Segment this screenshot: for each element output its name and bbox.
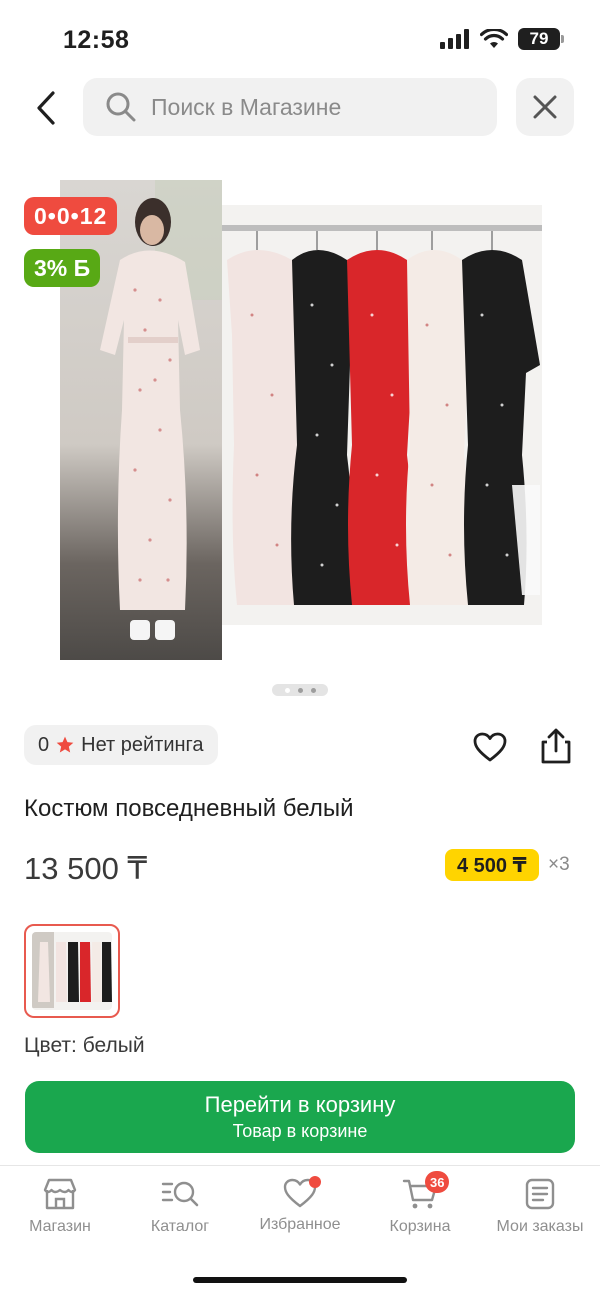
tab-label: Каталог bbox=[150, 1218, 210, 1235]
catalog-search-icon bbox=[161, 1181, 199, 1207]
search-input[interactable] bbox=[151, 93, 471, 121]
heart-icon bbox=[473, 732, 507, 762]
product-gallery[interactable] bbox=[60, 180, 542, 660]
timer-badge: 0•0•12 bbox=[24, 197, 118, 235]
search-box[interactable] bbox=[83, 78, 497, 136]
product-price: 13 500 ₸ bbox=[24, 851, 148, 886]
tab-favorites[interactable]: Избранное bbox=[240, 1166, 360, 1255]
search-row bbox=[0, 78, 600, 138]
rating-pill[interactable]: 0 Нет рейтинга bbox=[24, 725, 218, 765]
tab-shop[interactable]: Магазин bbox=[0, 1166, 120, 1255]
favorites-notification-dot bbox=[309, 1176, 321, 1188]
close-button[interactable] bbox=[516, 78, 574, 136]
pager-dot bbox=[310, 687, 316, 693]
cart-button-label: Перейти в корзину bbox=[204, 1092, 396, 1117]
cart-count-badge: 36 bbox=[425, 1171, 450, 1193]
product-photo-rack bbox=[222, 205, 542, 625]
color-swatch-white[interactable] bbox=[24, 924, 120, 1018]
star-icon bbox=[56, 736, 74, 753]
tab-label: Корзина bbox=[389, 1218, 451, 1235]
chevron-left-icon bbox=[37, 91, 55, 125]
rating-text: Нет рейтинга bbox=[81, 733, 204, 756]
cart-button-sublabel: Товар в корзине bbox=[232, 1121, 368, 1141]
battery-indicator: 79 bbox=[518, 28, 564, 50]
installment-badge[interactable]: 4 500 ₸ bbox=[445, 849, 539, 881]
go-to-cart-button[interactable]: Перейти в корзину Товар в корзине bbox=[25, 1081, 575, 1153]
favorite-button[interactable] bbox=[470, 727, 510, 767]
status-bar: 12:58 79 bbox=[0, 0, 600, 80]
share-icon bbox=[541, 728, 571, 764]
share-button[interactable] bbox=[536, 724, 576, 768]
tab-orders[interactable]: Мои заказы bbox=[480, 1166, 600, 1255]
bottom-tab-bar: Магазин Каталог Избранное 36 Корзина Мои… bbox=[0, 1165, 600, 1255]
tab-cart[interactable]: 36 Корзина bbox=[360, 1166, 480, 1255]
shop-icon bbox=[43, 1178, 77, 1210]
pager-dot bbox=[297, 687, 303, 693]
tab-label: Мои заказы bbox=[496, 1218, 584, 1235]
color-label: Цвет: белый bbox=[24, 1034, 145, 1057]
close-icon bbox=[533, 95, 557, 119]
home-indicator[interactable] bbox=[193, 1277, 407, 1283]
swatch-thumbnail bbox=[32, 932, 112, 1010]
wifi-icon bbox=[480, 29, 508, 48]
search-icon bbox=[106, 92, 136, 122]
status-icons: 79 bbox=[440, 28, 564, 50]
rating-value: 0 bbox=[38, 733, 50, 756]
tab-catalog[interactable]: Каталог bbox=[120, 1166, 240, 1255]
product-title: Костюм повседневный белый bbox=[24, 795, 354, 822]
orders-icon bbox=[525, 1178, 555, 1210]
tab-label: Избранное bbox=[259, 1216, 341, 1233]
signal-icon bbox=[440, 29, 469, 49]
bonus-badge: 3% Б bbox=[24, 249, 101, 287]
tab-label: Магазин bbox=[29, 1218, 91, 1235]
pager-dot bbox=[284, 687, 290, 693]
installment-multiplier: ×3 bbox=[548, 854, 570, 875]
gallery-pager bbox=[272, 684, 328, 696]
back-button[interactable] bbox=[28, 84, 64, 132]
status-time: 12:58 bbox=[63, 26, 130, 54]
